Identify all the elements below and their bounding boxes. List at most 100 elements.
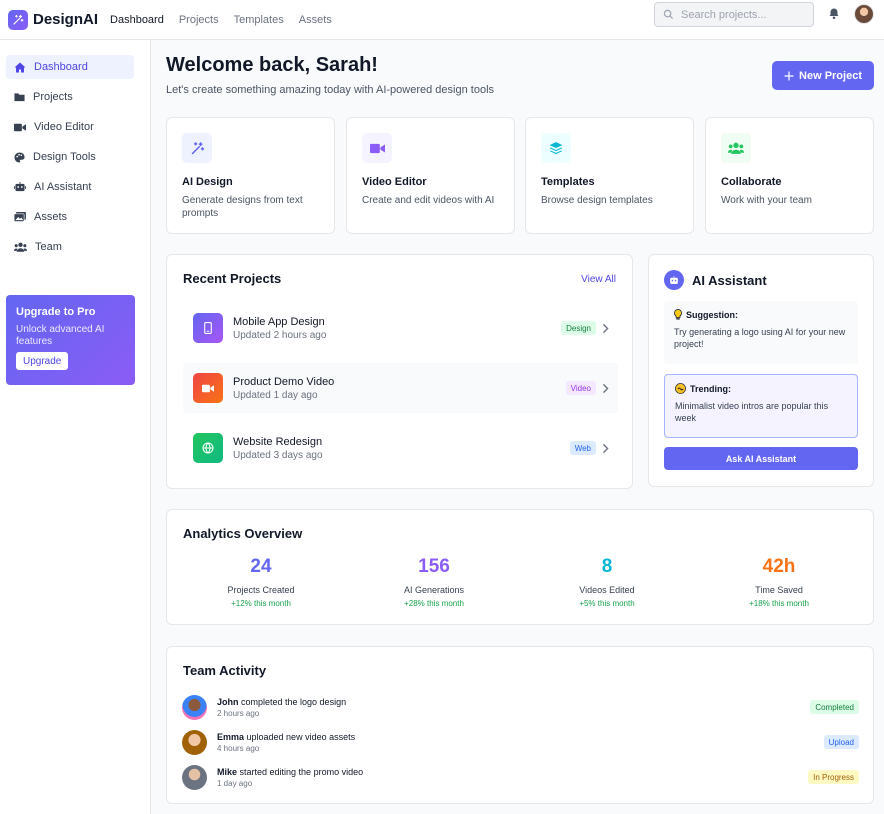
magic-wand-icon — [8, 9, 28, 30]
activity-item: John completed the logo design 2 hours a… — [182, 694, 859, 720]
project-name: Website Redesign — [233, 435, 323, 448]
nav-templates[interactable]: Templates — [234, 14, 284, 26]
robot-icon — [664, 270, 684, 290]
sidebar: Dashboard Projects Video Editor Design T… — [0, 40, 151, 814]
video-icon — [193, 373, 223, 403]
project-time: Updated 1 day ago — [233, 389, 318, 401]
team-activity-card: Team Activity John completed the logo de… — [166, 646, 874, 804]
layers-icon — [541, 133, 571, 163]
activity-time: 1 day ago — [217, 778, 253, 788]
chevron-right-icon — [602, 383, 609, 393]
top-nav: Dashboard Projects Templates Assets — [110, 14, 332, 26]
ai-suggestion: Suggestion: Try generating a logo using … — [664, 301, 858, 364]
search-box[interactable] — [654, 2, 814, 27]
magic-wand-icon — [182, 133, 212, 163]
stat-value: 8 — [601, 556, 613, 577]
ask-ai-button[interactable]: Ask AI Assistant — [664, 447, 858, 470]
user-avatar[interactable] — [854, 4, 874, 24]
project-tag: Web — [569, 441, 596, 455]
sidebar-item-label: Video Editor — [34, 121, 94, 133]
section-title: Analytics Overview — [183, 526, 303, 541]
stat-label: Projects Created — [227, 585, 295, 595]
sidebar-item-team[interactable]: Team — [6, 235, 134, 259]
app-logo[interactable]: DesignAI — [8, 9, 98, 30]
users-icon — [14, 242, 27, 252]
video-icon — [362, 133, 392, 163]
mobile-icon — [193, 313, 223, 343]
upgrade-card: Upgrade to Pro Unlock advanced AI featur… — [6, 295, 135, 385]
home-icon — [14, 62, 26, 72]
project-time: Updated 3 days ago — [233, 449, 323, 461]
trending-text: Minimalist video intros are popular this… — [675, 401, 829, 423]
suggestion-title: Suggestion: — [686, 309, 738, 320]
nav-assets[interactable]: Assets — [299, 14, 332, 26]
nav-projects[interactable]: Projects — [179, 14, 219, 26]
search-icon — [663, 9, 674, 20]
video-icon — [14, 123, 26, 131]
sidebar-item-video-editor[interactable]: Video Editor — [6, 115, 134, 139]
avatar[interactable] — [182, 694, 207, 720]
stat-change: +5% this month — [579, 599, 635, 608]
globe-icon — [193, 433, 223, 463]
top-bar: DesignAI Dashboard Projects Templates As… — [0, 0, 884, 40]
stat-change: +12% this month — [231, 599, 291, 608]
users-icon — [721, 133, 751, 163]
lightbulb-icon — [674, 309, 682, 320]
trending-title: Trending: — [690, 383, 731, 394]
search-input[interactable] — [681, 8, 801, 21]
activity-action: uploaded new video assets — [244, 731, 356, 742]
sidebar-item-label: Design Tools — [33, 151, 96, 163]
status-badge: Completed — [810, 700, 859, 714]
sidebar-item-design-tools[interactable]: Design Tools — [6, 145, 134, 169]
sidebar-item-projects[interactable]: Projects — [6, 85, 134, 109]
quick-action-desc: Browse design templates — [541, 195, 653, 206]
quick-action-desc: Generate designs from text prompts — [182, 195, 303, 219]
activity-user: John — [217, 696, 239, 707]
sidebar-item-dashboard[interactable]: Dashboard — [6, 55, 134, 79]
status-badge: Upload — [823, 735, 859, 749]
activity-user: Emma — [217, 731, 245, 742]
upgrade-title: Upgrade to Pro — [16, 306, 96, 318]
activity-item: Emma uploaded new video assets 4 hours a… — [182, 729, 859, 755]
nav-dashboard[interactable]: Dashboard — [110, 14, 164, 26]
section-title: Recent Projects — [183, 271, 282, 286]
view-all-link[interactable]: View All — [581, 274, 616, 285]
upgrade-text: Unlock advanced AI features — [16, 324, 105, 347]
quick-action-collaborate[interactable]: Collaborate Work with your team — [705, 117, 874, 234]
sidebar-item-label: Assets — [34, 211, 68, 223]
project-row[interactable]: Product Demo Video Updated 1 day ago Vid… — [183, 363, 618, 413]
quick-action-video-editor[interactable]: Video Editor Create and edit videos with… — [346, 117, 515, 234]
quick-action-ai-design[interactable]: AI Design Generate designs from text pro… — [166, 117, 335, 234]
project-name: Product Demo Video — [233, 375, 335, 388]
sidebar-item-label: Projects — [33, 91, 73, 103]
stat-value: 24 — [250, 556, 272, 577]
project-row[interactable]: Mobile App Design Updated 2 hours ago De… — [183, 303, 618, 353]
bell-icon[interactable] — [828, 7, 840, 23]
sidebar-item-assets[interactable]: Assets — [6, 205, 134, 229]
fire-icon — [675, 383, 686, 394]
activity-item: Mike started editing the promo video 1 d… — [182, 764, 859, 790]
stat-videos-edited: 8 Videos Edited +5% this month — [527, 556, 687, 608]
analytics-card: Analytics Overview 24 Projects Created +… — [166, 509, 874, 625]
project-row[interactable]: Website Redesign Updated 3 days ago Web — [183, 423, 618, 473]
sidebar-item-ai-assistant[interactable]: AI Assistant — [6, 175, 134, 199]
project-name: Mobile App Design — [233, 315, 325, 328]
sidebar-item-label: Dashboard — [34, 61, 88, 73]
ai-assistant-card: AI Assistant Suggestion: Try generating … — [648, 254, 874, 487]
robot-icon — [14, 182, 26, 192]
stat-label: AI Generations — [403, 585, 465, 595]
stat-label: Time Saved — [755, 585, 803, 595]
upgrade-button[interactable]: Upgrade — [16, 352, 69, 370]
chevron-right-icon — [602, 323, 609, 333]
avatar[interactable] — [182, 764, 207, 790]
folder-icon — [14, 93, 25, 102]
quick-action-templates[interactable]: Templates Browse design templates — [525, 117, 694, 234]
activity-user: Mike — [217, 766, 238, 777]
new-project-button[interactable]: New Project — [772, 61, 874, 90]
recent-projects-card: Recent Projects View All Mobile App Desi… — [166, 254, 633, 489]
project-tag: Video — [565, 381, 596, 395]
activity-action: completed the logo design — [238, 696, 347, 707]
avatar[interactable] — [182, 729, 207, 755]
quick-action-title: Collaborate — [721, 176, 782, 188]
ai-trending: Trending: Minimalist video intros are po… — [664, 374, 858, 438]
